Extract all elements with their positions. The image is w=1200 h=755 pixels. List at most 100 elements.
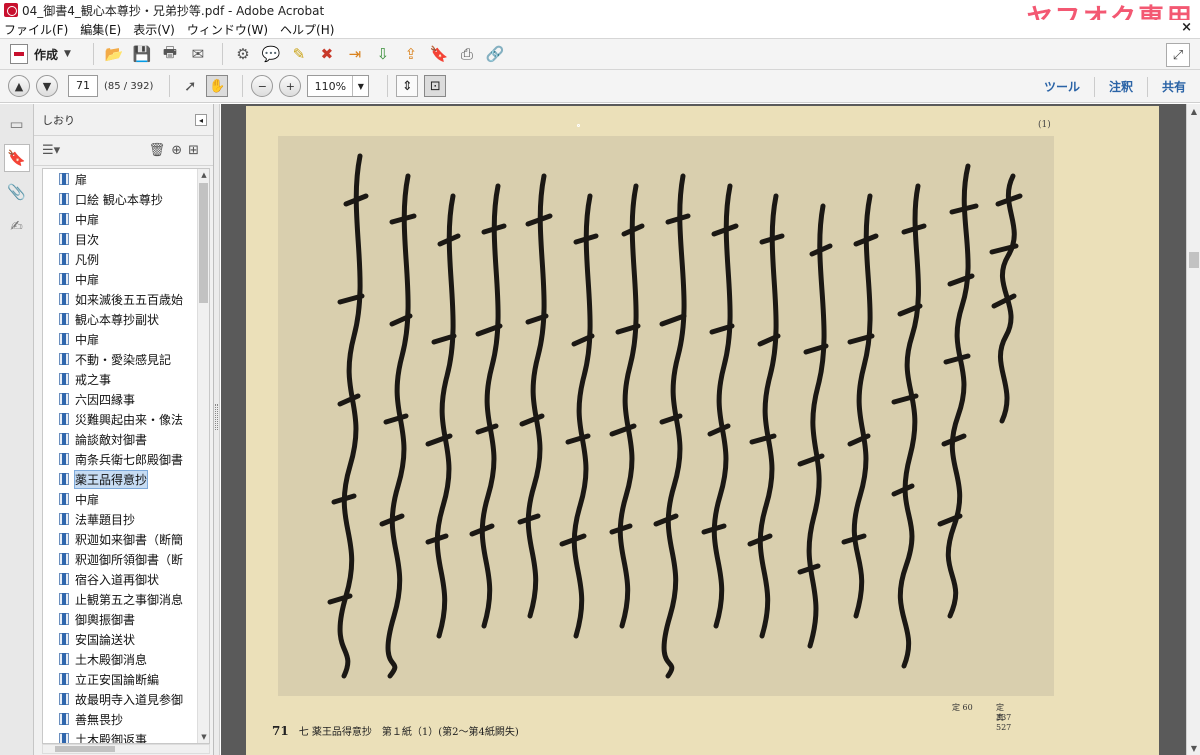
options-menu-icon[interactable]: ☰▾ <box>42 143 60 158</box>
bookmark-item[interactable]: 止観第五之事御消息 <box>43 589 209 609</box>
bookmark-item[interactable]: 観心本尊抄副状 <box>43 309 209 329</box>
bookmark-item[interactable]: 目次 <box>43 229 209 249</box>
page-number-input[interactable]: 71 <box>68 75 98 97</box>
bookmarks-scrollbar[interactable]: ▲ ▼ <box>197 169 209 743</box>
panel-splitter[interactable] <box>214 104 220 755</box>
settings-gear-icon[interactable]: ⚙ <box>231 42 255 66</box>
bookmark-item[interactable]: 宿谷入道再御状 <box>43 569 209 589</box>
bookmark-item[interactable]: 法華題目抄 <box>43 509 209 529</box>
bookmark-item[interactable]: 論談敵対御書 <box>43 429 209 449</box>
scroll-mode-icon[interactable]: ⇕ <box>396 75 419 97</box>
bookmark-item[interactable]: 中扉 <box>43 209 209 229</box>
menu-window[interactable]: ウィンドウ(W) <box>187 21 268 38</box>
email-icon[interactable]: ✉ <box>186 42 210 66</box>
bookmark-item[interactable]: 釈迦御所領御書（断 <box>43 549 209 569</box>
bookmark-item[interactable]: 扉 <box>43 169 209 189</box>
export-page-icon[interactable]: ⇥ <box>343 42 367 66</box>
zoom-select[interactable]: 110% ▼ <box>307 75 370 97</box>
tools-link[interactable]: ツール <box>1030 77 1094 97</box>
bookmark-icon <box>59 673 69 685</box>
bookmark-from-selection-icon[interactable]: ⊞ <box>188 143 199 158</box>
bookmark-item[interactable]: 六因四縁事 <box>43 389 209 409</box>
share-link[interactable]: 共有 <box>1146 76 1200 97</box>
select-arrow-icon[interactable]: ➚ <box>178 74 202 98</box>
menu-help[interactable]: ヘルプ(H) <box>280 21 334 38</box>
scroll-up-icon[interactable]: ▲ <box>198 169 209 181</box>
scroll-up-icon[interactable]: ▲ <box>1187 104 1200 118</box>
link-icon[interactable]: 🔗 <box>483 42 507 66</box>
bookmark-item[interactable]: 釈迦如来御書（断簡 <box>43 529 209 549</box>
bookmark-item[interactable]: 立正安国論断編 <box>43 669 209 689</box>
bookmark-icon <box>59 573 69 585</box>
document-viewport[interactable]: (1) 71 七 薬王品得意抄 第１紙（1）(第2〜第4紙闕失) 定 60 定 … <box>221 104 1186 755</box>
bookmark-item[interactable]: 南条兵衛七郎殿御書 <box>43 449 209 469</box>
document-scrollbar[interactable]: ▲ ▼ <box>1186 104 1200 755</box>
new-bookmark-icon[interactable]: ⊕ <box>171 143 182 158</box>
page-thumbnails-icon[interactable]: ▭ <box>4 110 30 138</box>
bookmarks-panel-icon[interactable]: 🔖 <box>3 144 30 172</box>
splitter-grip[interactable] <box>215 404 218 430</box>
bookmark-label: 立正安国論断編 <box>75 672 160 687</box>
bookmark-item[interactable]: 如来滅後五五百歳始 <box>43 289 209 309</box>
highlight-text-icon[interactable]: ✎ <box>287 42 311 66</box>
menu-edit[interactable]: 編集(E) <box>80 21 121 38</box>
bookmark-item[interactable]: 中扉 <box>43 489 209 509</box>
bookmark-item[interactable]: 災難興起由来・像法 <box>43 409 209 429</box>
bookmark-item[interactable]: 土木殿御返事 <box>43 729 209 743</box>
comment-bubble-icon[interactable]: 💬 <box>259 42 283 66</box>
insert-page-icon[interactable]: ⇩ <box>371 42 395 66</box>
bookmark-item[interactable]: 御輿振御書 <box>43 609 209 629</box>
bookmark-item[interactable]: 中扉 <box>43 329 209 349</box>
signature-icon[interactable]: ✍ <box>4 212 30 240</box>
bookmark-icon <box>59 633 69 645</box>
scrollbar-thumb[interactable] <box>199 183 208 303</box>
zoom-out-button[interactable]: − <box>251 75 274 97</box>
open-folder-icon[interactable]: 📂 <box>102 42 126 66</box>
scrollbar-thumb[interactable] <box>55 746 115 752</box>
expand-icon[interactable]: ⤢ <box>1166 43 1190 67</box>
close-document-icon[interactable]: × <box>1181 20 1192 35</box>
bookmark-icon <box>59 193 69 205</box>
bookmark-add-icon[interactable]: 🔖 <box>427 42 451 66</box>
acrobat-app-icon[interactable] <box>4 3 18 17</box>
bookmark-label: 口絵 観心本尊抄 <box>75 192 163 207</box>
menu-file[interactable]: ファイル(F) <box>4 21 68 38</box>
save-icon[interactable]: 💾 <box>130 42 154 66</box>
bookmark-item[interactable]: 安国論送状 <box>43 629 209 649</box>
hand-tool-icon[interactable]: ✋ <box>206 75 229 97</box>
delete-trash-icon[interactable]: 🗑 <box>149 143 166 158</box>
chevron-down-icon[interactable]: ▼ <box>352 76 368 96</box>
previous-page-button[interactable]: ▲ <box>8 75 30 97</box>
print-production-icon[interactable]: ⎙ <box>455 42 479 66</box>
menu-view[interactable]: 表示(V) <box>133 21 175 38</box>
bookmark-item[interactable]: 凡例 <box>43 249 209 269</box>
bookmark-label: 中扉 <box>75 492 100 507</box>
extract-page-icon[interactable]: ⇪ <box>399 42 423 66</box>
bookmark-icon <box>59 533 69 545</box>
scroll-down-icon[interactable]: ▼ <box>198 731 209 743</box>
scrollbar-thumb[interactable] <box>1189 252 1199 268</box>
bookmark-item[interactable]: 口絵 観心本尊抄 <box>43 189 209 209</box>
collapse-panel-icon[interactable]: ◂ <box>195 114 207 126</box>
bookmark-label: 如来滅後五五百歳始 <box>75 292 184 307</box>
zoom-in-button[interactable]: + <box>279 75 302 97</box>
bookmark-item[interactable]: 薬王品得意抄 <box>43 469 209 489</box>
bookmarks-horizontal-scrollbar[interactable] <box>42 744 210 754</box>
bookmark-item[interactable]: 土木殿御消息 <box>43 649 209 669</box>
bookmark-item[interactable]: 中扉 <box>43 269 209 289</box>
next-page-button[interactable]: ▼ <box>36 75 58 97</box>
bookmark-icon <box>59 593 69 605</box>
create-button[interactable]: 作成 ▼ <box>8 42 77 66</box>
bookmark-item[interactable]: 故最明寺入道見参御 <box>43 689 209 709</box>
bookmark-item[interactable]: 戒之事 <box>43 369 209 389</box>
scroll-down-icon[interactable]: ▼ <box>1187 741 1200 755</box>
right-panel-links: ツール 注釈 共有 <box>1030 70 1200 103</box>
bookmark-item[interactable]: 不動・愛染感見記 <box>43 349 209 369</box>
bookmark-icon <box>59 233 69 245</box>
attachment-paperclip-icon[interactable]: 📎 <box>4 178 30 206</box>
bookmark-item[interactable]: 善無畏抄 <box>43 709 209 729</box>
delete-page-icon[interactable]: ✖ <box>315 42 339 66</box>
print-icon[interactable]: 🖶 <box>158 42 182 66</box>
fit-page-icon[interactable]: ⊡ <box>424 75 447 97</box>
comment-link[interactable]: 注釈 <box>1093 76 1147 97</box>
